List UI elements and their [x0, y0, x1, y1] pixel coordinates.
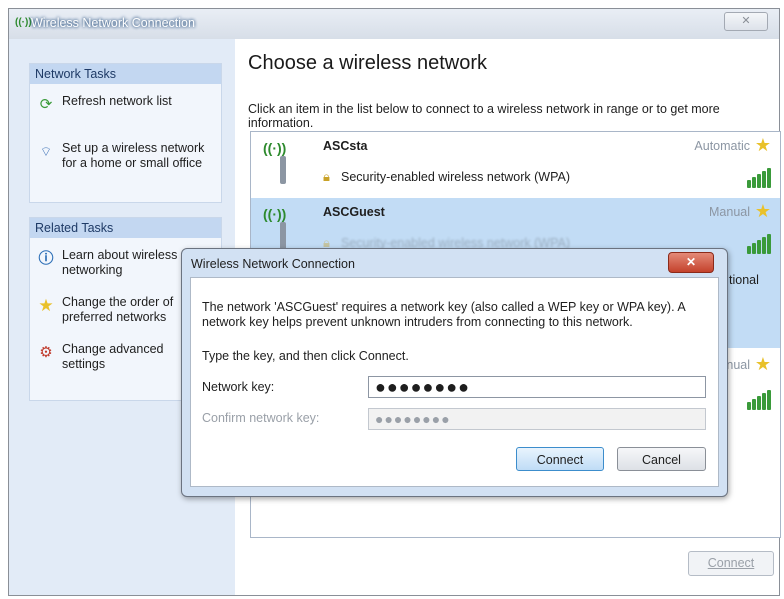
network-tasks-header: Network Tasks [30, 64, 221, 84]
change-advanced-settings-task[interactable]: ⚙ Change advanced settings [36, 342, 180, 372]
partial-text: tional [729, 273, 759, 287]
preferred-star-icon: ★ [754, 354, 771, 374]
dialog-title: Wireless Network Connection [191, 257, 355, 271]
network-name: ASCGuest [323, 205, 385, 219]
learn-about-wireless-task[interactable]: ⓘ Learn about wireless networking [36, 248, 180, 278]
setup-wireless-network-task[interactable]: ⌔ Set up a wireless network for a home o… [36, 141, 212, 171]
dialog-close-button[interactable]: ✕ [668, 252, 714, 273]
network-key-label: Network key: [202, 380, 275, 394]
lock-icon: 🔒︎ [323, 169, 330, 184]
window-title: Wireless Network Connection [31, 16, 195, 30]
star-icon: ★ [38, 295, 54, 315]
dialog-instruction: Type the key, and then click Connect. [202, 349, 409, 363]
task-label: Change the order of preferred networks [62, 295, 174, 324]
confirm-key-label: Confirm network key: [202, 411, 320, 425]
network-item-ascsta[interactable]: ((·)) ASCsta Automatic ★ 🔒︎ Security-ena… [251, 132, 780, 196]
confirm-key-input[interactable]: ●●●●●●●● [368, 408, 706, 430]
refresh-icon: ⟳ [39, 95, 53, 113]
info-icon: ⓘ [38, 249, 54, 267]
antenna-icon [280, 156, 286, 184]
security-text: Security-enabled wireless network (WPA) [341, 170, 571, 184]
network-tasks-panel: Network Tasks ⟳ Refresh network list ⌔ S… [29, 63, 222, 203]
dialog-message: The network 'ASCGuest' requires a networ… [202, 300, 685, 329]
intro-text: Click an item in the list below to conne… [248, 102, 720, 130]
task-label: Learn about wireless networking [62, 248, 178, 277]
antenna-icon [280, 222, 286, 250]
connect-button[interactable]: Connect [516, 447, 604, 471]
preferred-star-icon: ★ [754, 135, 771, 155]
window-close-button[interactable]: ✕ [724, 12, 768, 31]
wireless-app-icon: ((·)) [15, 17, 32, 28]
title-bar[interactable]: ((·)) Wireless Network Connection ✕ [9, 9, 779, 39]
task-label: Refresh network list [62, 94, 172, 108]
connection-mode: Manual [709, 205, 750, 219]
task-label: Set up a wireless network for a home or … [62, 141, 205, 170]
signal-strength-icon [747, 168, 771, 188]
settings-icon: ⚙ [39, 343, 53, 361]
dialog-body: The network 'ASCGuest' requires a networ… [190, 277, 719, 487]
preferred-star-icon: ★ [754, 201, 771, 221]
wireless-setup-icon: ⌔ [39, 143, 53, 159]
refresh-network-list-task[interactable]: ⟳ Refresh network list [36, 94, 212, 114]
network-key-input[interactable]: ●●●●●●●● [368, 376, 706, 398]
signal-strength-icon [747, 390, 771, 410]
change-preferred-order-task[interactable]: ★ Change the order of preferred networks [36, 295, 180, 325]
network-name: ASCsta [323, 139, 368, 153]
network-key-dialog: Wireless Network Connection ✕ The networ… [181, 248, 728, 497]
page-title: Choose a wireless network [248, 52, 487, 74]
task-label: Change advanced settings [62, 342, 164, 371]
connect-button-disabled[interactable]: Connect [688, 551, 774, 576]
connection-mode: Automatic [694, 139, 750, 153]
signal-strength-icon [747, 234, 771, 254]
cancel-button[interactable]: Cancel [617, 447, 706, 471]
related-tasks-header: Related Tasks [30, 218, 221, 238]
